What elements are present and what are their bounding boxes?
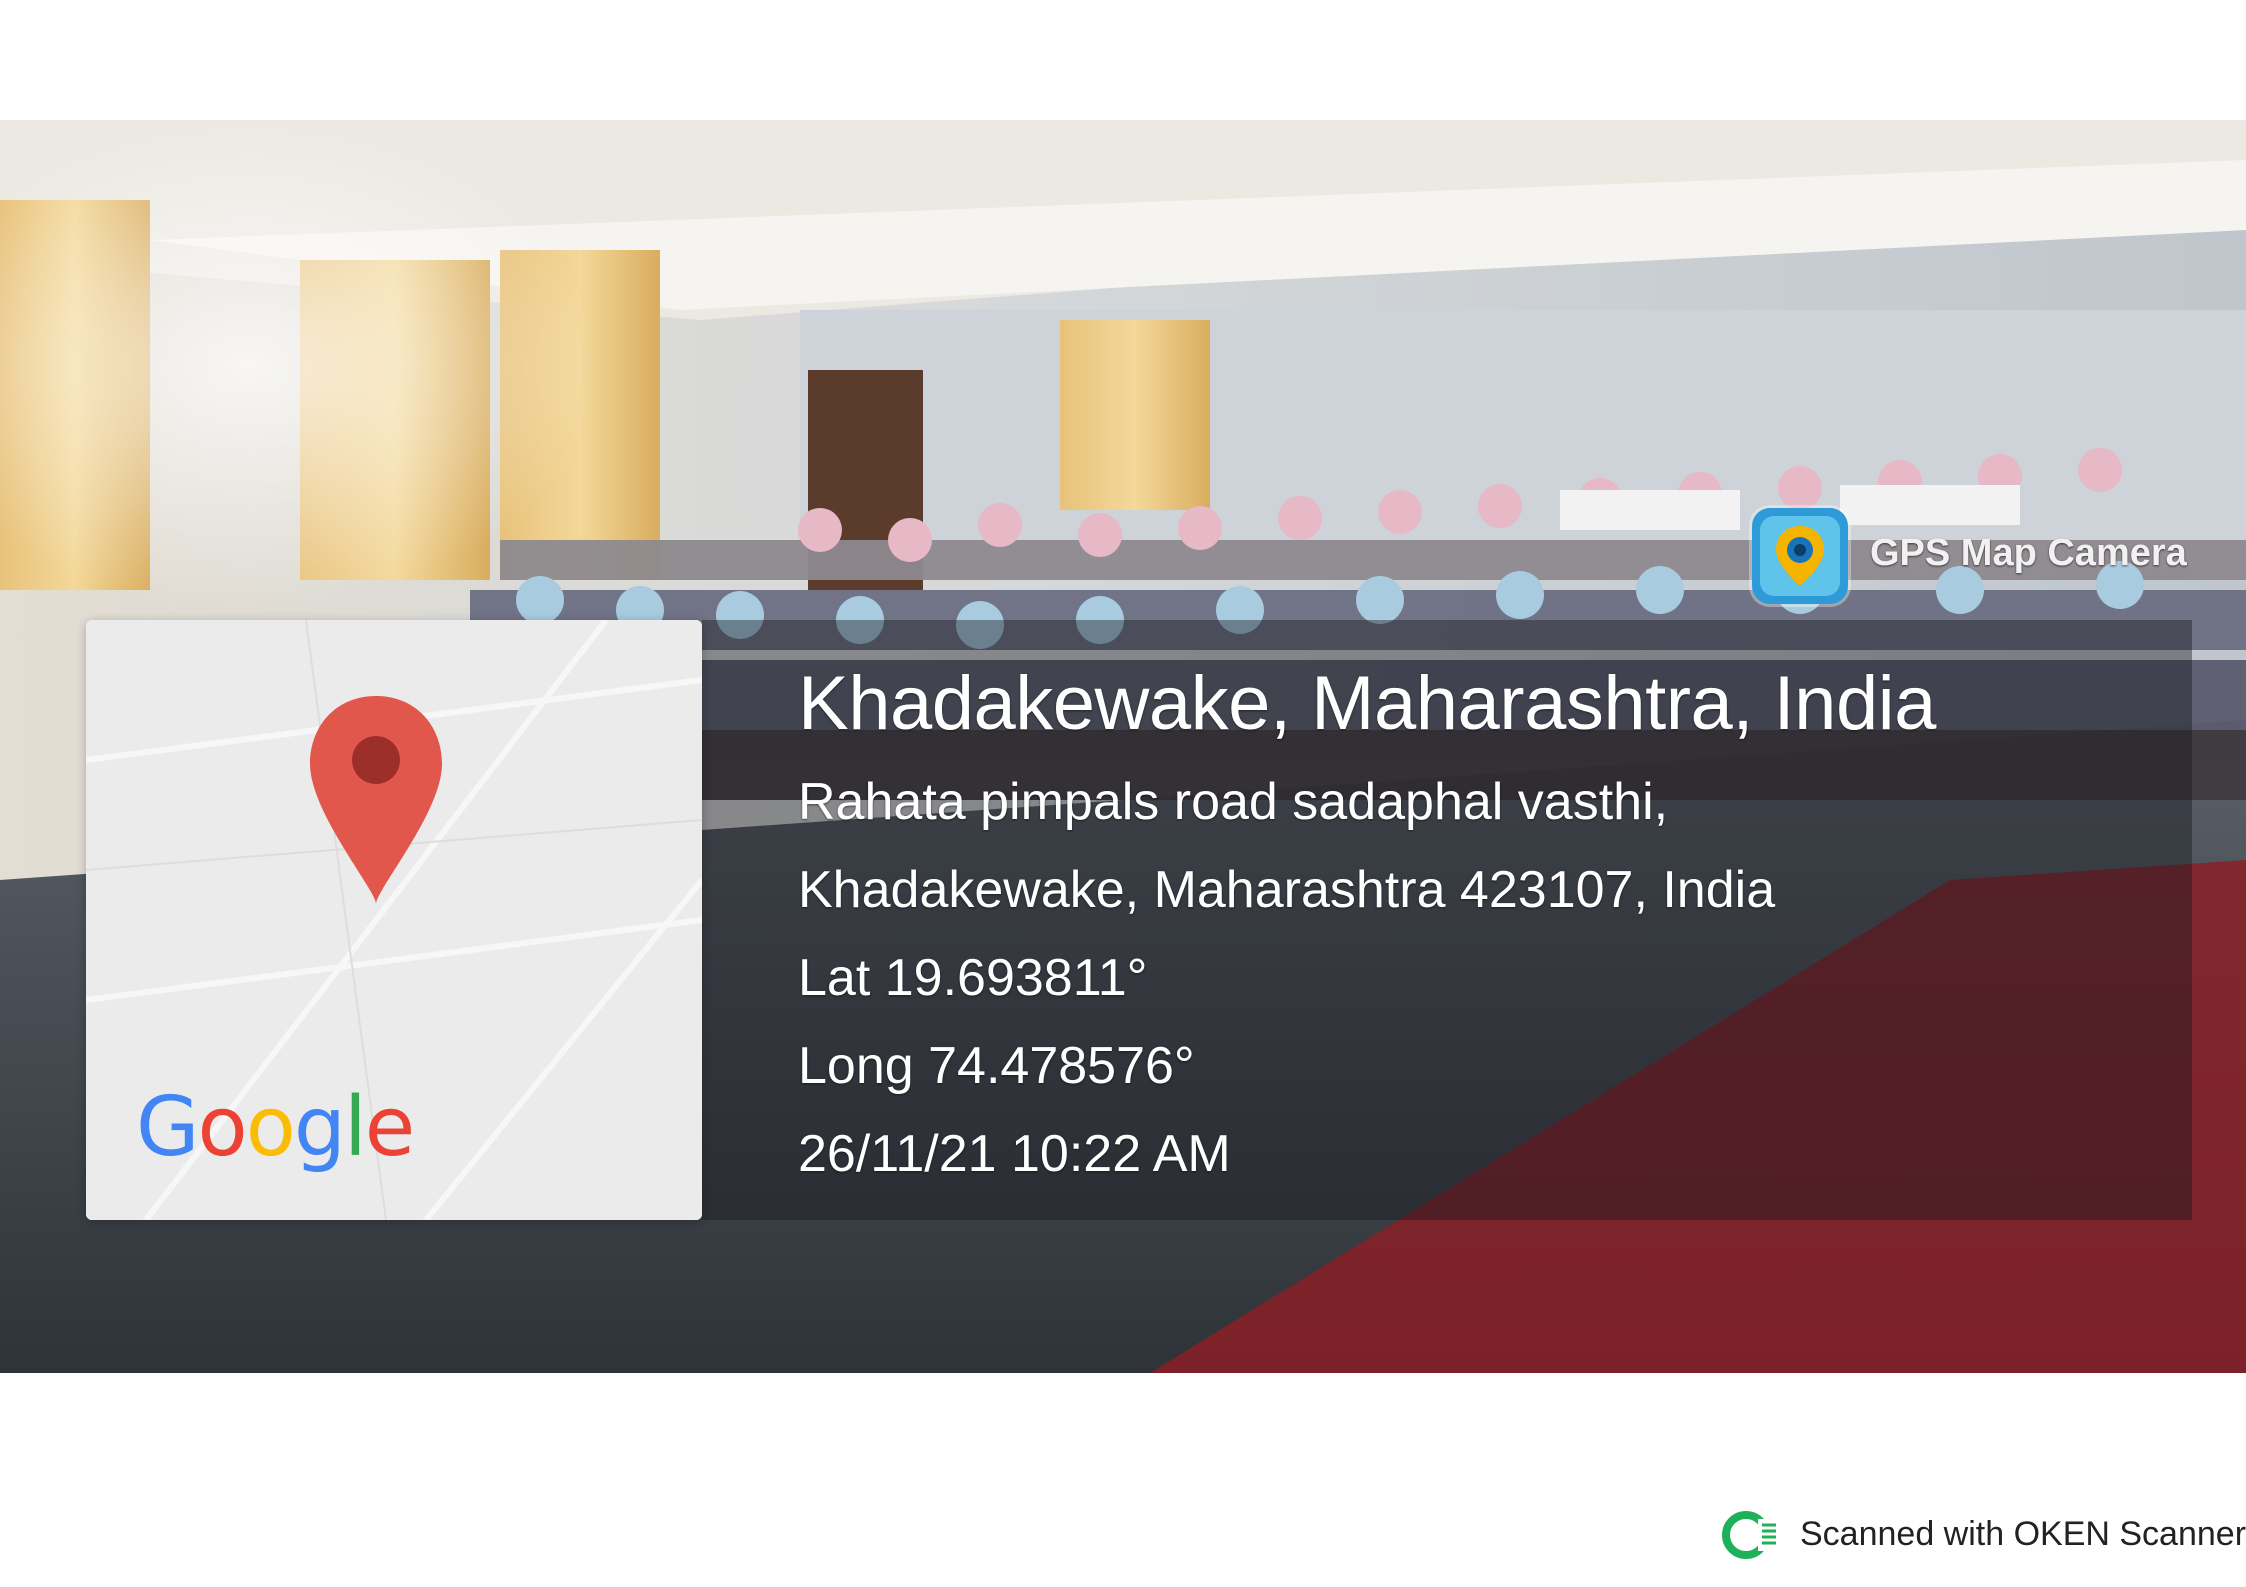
google-letter: o (245, 1080, 296, 1175)
address-line-2: Khadakewake, Maharashtra 423107, India (798, 861, 1776, 919)
google-logo: Google (136, 1080, 415, 1175)
google-letter: l (343, 1080, 367, 1175)
gps-map-camera-label: GPS Map Camera (1870, 532, 2187, 574)
address-line-1: Rahata pimpals road sadaphal vasthi, (798, 773, 1669, 831)
scanner-text: Scanned with OKEN Scanner (1800, 1515, 2246, 1553)
google-letter: G (136, 1080, 200, 1175)
google-letter: e (364, 1080, 415, 1175)
location-title: Khadakewake, Maharashtra, India (798, 661, 1936, 746)
google-letter: g (293, 1080, 346, 1175)
latitude-text: Lat 19.693811° (798, 949, 1148, 1007)
map-thumbnail: Google (86, 620, 702, 1220)
oken-scanner-icon (1718, 1505, 1780, 1565)
google-letter: o (197, 1080, 248, 1175)
longitude-text: Long 74.478576° (798, 1037, 1195, 1095)
gps-map-camera-icon (1752, 508, 1848, 604)
map-pin-icon (310, 696, 442, 904)
datetime-text: 26/11/21 10:22 AM (798, 1125, 1231, 1183)
